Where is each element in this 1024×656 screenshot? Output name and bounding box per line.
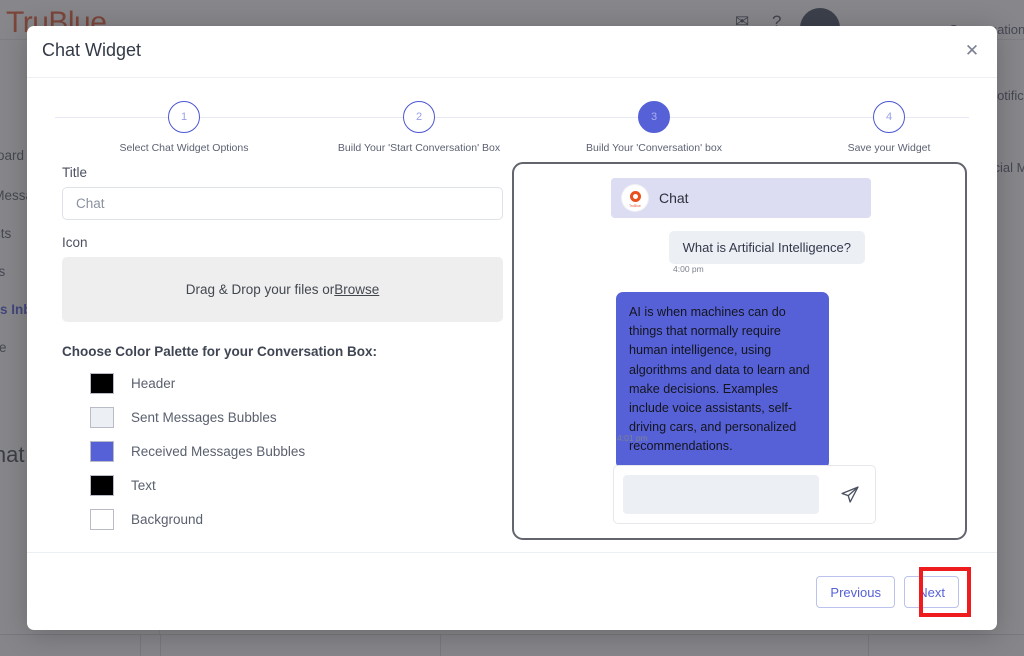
dropzone-text: Drag & Drop your files or [185, 282, 335, 297]
swatch-sent-bubbles-label: Sent Messages Bubbles [131, 409, 277, 425]
step-3-label: Build Your 'Conversation' box [586, 142, 722, 154]
paper-plane-icon[interactable] [840, 485, 860, 505]
icon-dropzone[interactable]: Drag & Drop your files or Browse [62, 257, 503, 322]
step-4-circle: 4 [873, 101, 905, 133]
swatch-text-label: Text [131, 477, 156, 493]
title-input[interactable] [62, 187, 503, 220]
step-4-label: Save your Widget [847, 142, 931, 154]
preview-received-timestamp: 4:01 pm [617, 433, 648, 443]
page-title: Chat Widget [42, 40, 142, 60]
swatch-background[interactable] [90, 508, 114, 530]
step-3[interactable]: 3 Build Your 'Conversation' box [564, 91, 744, 154]
brand-logo-text: TruBlue [629, 204, 641, 208]
step-3-circle: 3 [638, 101, 670, 133]
palette-row-header: Header [62, 372, 507, 394]
browse-link[interactable]: Browse [334, 282, 379, 297]
swatch-text[interactable] [90, 474, 114, 496]
preview-message-input-bar[interactable] [613, 465, 876, 524]
swatch-header[interactable] [90, 372, 114, 394]
preview-sent-bubble: What is Artificial Intelligence? [668, 231, 865, 264]
step-4[interactable]: 4 Save your Widget [799, 91, 979, 154]
modal-body: Title Icon Drag & Drop your files or Bro… [27, 162, 997, 563]
palette-row-sent: Sent Messages Bubbles [62, 406, 507, 428]
step-2[interactable]: 2 Build Your 'Start Conversation' Box [329, 91, 509, 154]
step-2-circle: 2 [403, 101, 435, 133]
chat-widget-modal: Chat Widget ✕ 1 Select Chat Widget Optio… [27, 26, 997, 630]
close-icon[interactable]: ✕ [959, 38, 985, 64]
palette-row-received: Received Messages Bubbles [62, 440, 507, 462]
preview-received-bubble: AI is when machines can do things that n… [616, 292, 829, 469]
step-1[interactable]: 1 Select Chat Widget Options [94, 91, 274, 154]
swatch-sent-bubbles[interactable] [90, 406, 114, 428]
widget-form: Title Icon Drag & Drop your files or Bro… [62, 165, 507, 542]
modal-header: Chat Widget ✕ [27, 26, 997, 78]
next-button[interactable]: Next [904, 576, 959, 608]
preview-chat-header: TruBlue Chat [611, 178, 871, 218]
palette-heading: Choose Color Palette for your Conversati… [62, 344, 378, 359]
step-2-label: Build Your 'Start Conversation' Box [337, 142, 501, 154]
title-field-label: Title [62, 165, 88, 180]
brand-logo-icon: TruBlue [622, 185, 648, 211]
icon-field-label: Icon [62, 235, 88, 250]
swatch-background-label: Background [131, 511, 204, 527]
modal-footer: Previous Next [27, 552, 997, 630]
swatch-received-bubbles-label: Received Messages Bubbles [131, 443, 306, 459]
previous-button[interactable]: Previous [816, 576, 895, 608]
swatch-received-bubbles[interactable] [90, 440, 114, 462]
stepper: 1 Select Chat Widget Options 2 Build You… [27, 91, 997, 165]
step-1-label: Select Chat Widget Options [119, 142, 249, 154]
preview-chat-title: Chat [659, 190, 689, 206]
palette-row-text: Text [62, 474, 507, 496]
preview-sent-timestamp: 4:00 pm [673, 264, 704, 274]
palette-row-background: Background [62, 508, 507, 530]
step-1-circle: 1 [168, 101, 200, 133]
chat-preview-panel: TruBlue Chat What is Artificial Intellig… [512, 162, 967, 540]
swatch-header-label: Header [131, 375, 176, 391]
preview-message-input[interactable] [623, 475, 819, 514]
